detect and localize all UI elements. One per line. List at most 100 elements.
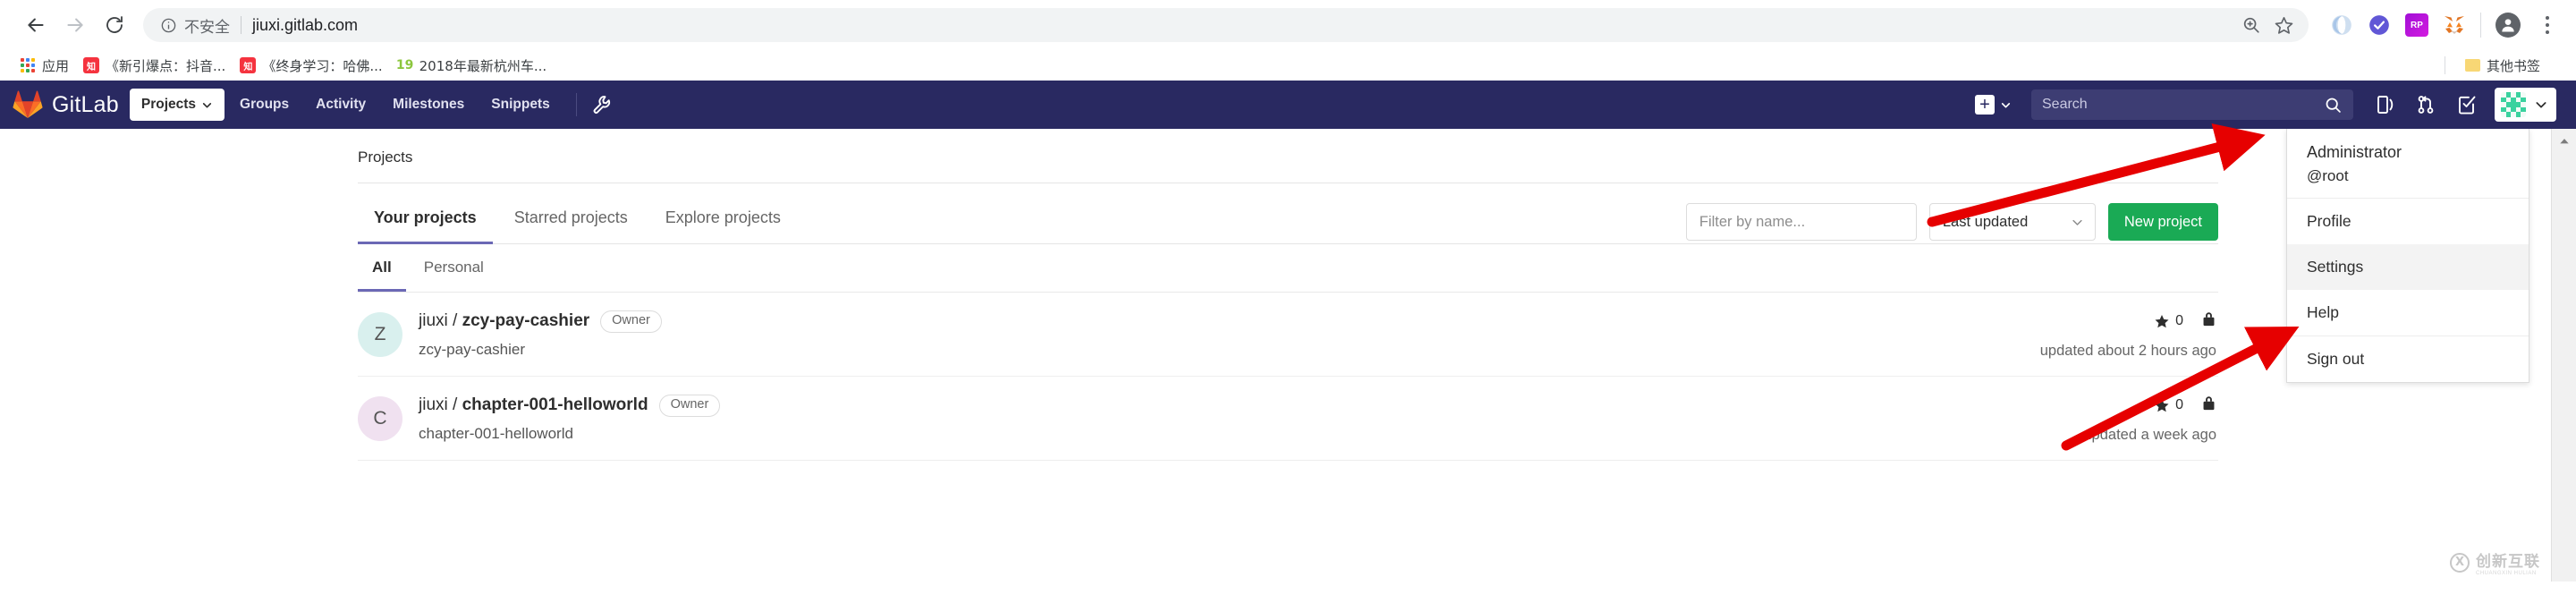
site-info-icon[interactable]	[157, 14, 179, 36]
nav-item-projects[interactable]: Projects	[129, 89, 225, 121]
nav-item-label: Groups	[240, 97, 290, 112]
bookmark-label: 《新引爆点：抖音...	[106, 57, 226, 74]
subtab-label: All	[372, 259, 392, 276]
projects-subtabs: All Personal	[358, 243, 2218, 292]
metamask-extension-icon[interactable]	[2443, 13, 2466, 37]
project-title[interactable]: jiuxi / chapter-001-helloworld	[419, 395, 648, 415]
user-dropdown-menu: Administrator @root Profile Settings Hel…	[2286, 129, 2529, 383]
navbar-right-group: +	[1968, 88, 2556, 122]
table-row[interactable]: Z jiuxi / zcy-pay-cashier Owner zcy-pay-…	[358, 293, 2218, 377]
nav-item-label: Snippets	[491, 97, 550, 112]
search-input[interactable]	[2042, 97, 2324, 113]
back-button[interactable]	[16, 5, 55, 45]
star-icon	[2155, 314, 2169, 328]
browser-profile-avatar[interactable]	[2496, 13, 2521, 38]
menu-item-sign-out[interactable]: Sign out	[2287, 336, 2529, 382]
lock-icon	[2201, 310, 2216, 332]
sort-dropdown-value: Last updated	[1942, 213, 2029, 230]
user-handle: @root	[2307, 167, 2349, 184]
nav-item-milestones[interactable]: Milestones	[381, 89, 476, 121]
projects-container: Projects Your projects Starred projects …	[358, 129, 2218, 461]
avatar-letter: C	[373, 408, 387, 429]
lock-icon	[2201, 395, 2216, 416]
tab-starred-projects[interactable]: Starred projects	[498, 196, 644, 244]
projects-header-row: Your projects Starred projects Explore p…	[358, 183, 2218, 244]
navbar-search[interactable]	[2031, 89, 2353, 120]
search-icon	[2326, 98, 2341, 113]
sort-dropdown[interactable]: Last updated	[1928, 203, 2096, 241]
zoom-icon[interactable]	[2241, 15, 2261, 35]
updated-timestamp: updated a week ago	[2083, 427, 2216, 443]
menu-item-profile[interactable]: Profile	[2287, 199, 2529, 244]
filter-by-name-input[interactable]	[1685, 203, 1917, 241]
omnibox-divider	[241, 16, 242, 34]
opera-extension-icon[interactable]	[2330, 13, 2353, 37]
project-name: zcy-pay-cashier	[462, 311, 590, 331]
subtab-all[interactable]: All	[358, 244, 406, 292]
navbar-divider	[575, 93, 577, 116]
gitlab-logo[interactable]: GitLab	[13, 90, 119, 119]
subtab-personal[interactable]: Personal	[410, 244, 498, 292]
star-count[interactable]: 0	[2154, 397, 2183, 413]
gitlab-navbar: GitLab Projects Groups Activity Mileston…	[0, 81, 2576, 129]
star-count[interactable]: 0	[2154, 313, 2183, 329]
nav-item-label: Milestones	[393, 97, 465, 112]
browser-menu-button[interactable]	[2535, 16, 2560, 34]
table-row[interactable]: C jiuxi / chapter-001-helloworld Owner c…	[358, 377, 2218, 461]
bookmark-19lou[interactable]: 19 2018年最新杭州车...	[390, 55, 554, 77]
tab-label: Starred projects	[513, 208, 628, 226]
chevron-down-icon	[2536, 102, 2546, 108]
gitlab-tanuki-icon	[13, 90, 43, 119]
gitlab-brand-text: GitLab	[52, 91, 119, 117]
wrench-icon[interactable]	[591, 94, 613, 115]
scrollbar-up-arrow[interactable]	[2552, 129, 2576, 154]
nav-item-activity[interactable]: Activity	[304, 89, 377, 121]
project-info: jiuxi / chapter-001-helloworld Owner cha…	[419, 395, 2083, 443]
todos-icon[interactable]	[2448, 88, 2486, 122]
watermark: X 创新互联 CHUANGXIN HULIAN	[2450, 548, 2540, 576]
nav-item-label: Projects	[140, 97, 197, 112]
project-title[interactable]: jiuxi / zcy-pay-cashier	[419, 311, 589, 331]
bookmark-zhihu-2[interactable]: 知 《终身学习：哈佛...	[233, 55, 389, 77]
issue-boards-icon[interactable]	[2366, 88, 2403, 122]
chevron-down-icon	[2072, 219, 2082, 225]
bookmark-apps[interactable]: 应用	[13, 55, 76, 77]
forward-button[interactable]	[55, 5, 95, 45]
page-scrollbar[interactable]	[2551, 129, 2576, 582]
reload-button[interactable]	[95, 5, 134, 45]
chevron-down-icon	[202, 102, 212, 107]
nav-item-label: Activity	[316, 97, 367, 112]
user-dropdown-header: Administrator @root	[2287, 129, 2529, 199]
user-identicon	[2501, 92, 2526, 117]
other-bookmarks-label: 其他书签	[2486, 57, 2540, 74]
nav-item-snippets[interactable]: Snippets	[479, 89, 561, 121]
menu-item-help[interactable]: Help	[2287, 290, 2529, 335]
star-count-value: 0	[2175, 313, 2183, 328]
nav-item-groups[interactable]: Groups	[228, 89, 301, 121]
gitlab-nav-items: Projects Groups Activity Milestones Snip…	[129, 81, 562, 129]
address-bar[interactable]: 不安全 jiuxi.gitlab.com	[143, 8, 2309, 42]
new-dropdown-button[interactable]: +	[1968, 89, 2019, 120]
tab-label: Explore projects	[665, 208, 781, 226]
avatar-button[interactable]	[2495, 88, 2556, 122]
browser-chrome: 不安全 jiuxi.gitlab.com RP 应用 知 《新引爆点：抖音...…	[0, 0, 2576, 81]
other-bookmarks-folder[interactable]: 其他书签	[2458, 55, 2547, 77]
extensions-bar: RP	[2314, 13, 2560, 38]
bookmarks-bar: 应用 知 《新引爆点：抖音... 知 《终身学习：哈佛... 19 2018年最…	[0, 50, 2576, 81]
projects-filters: Last updated New project	[1685, 203, 2218, 241]
new-project-button[interactable]: New project	[2107, 203, 2218, 241]
menu-item-settings[interactable]: Settings	[2287, 244, 2529, 290]
user-dropdown-group-1: Profile Settings Help	[2287, 199, 2529, 336]
bookmark-zhihu-1[interactable]: 知 《新引爆点：抖音...	[76, 55, 233, 77]
status-badge: Owner	[658, 395, 721, 417]
rp-extension-icon[interactable]: RP	[2405, 13, 2428, 37]
bookmark-star-icon[interactable]	[2274, 15, 2294, 36]
avatar-letter: Z	[374, 324, 386, 344]
project-description: zcy-pay-cashier	[419, 340, 526, 358]
merge-requests-icon[interactable]	[2407, 88, 2445, 122]
tab-explore-projects[interactable]: Explore projects	[649, 196, 797, 244]
check-badge-extension-icon[interactable]	[2368, 13, 2391, 37]
tab-your-projects[interactable]: Your projects	[358, 196, 493, 244]
plus-icon: +	[1975, 95, 1995, 115]
watermark-text: 创新互联	[2476, 553, 2540, 571]
